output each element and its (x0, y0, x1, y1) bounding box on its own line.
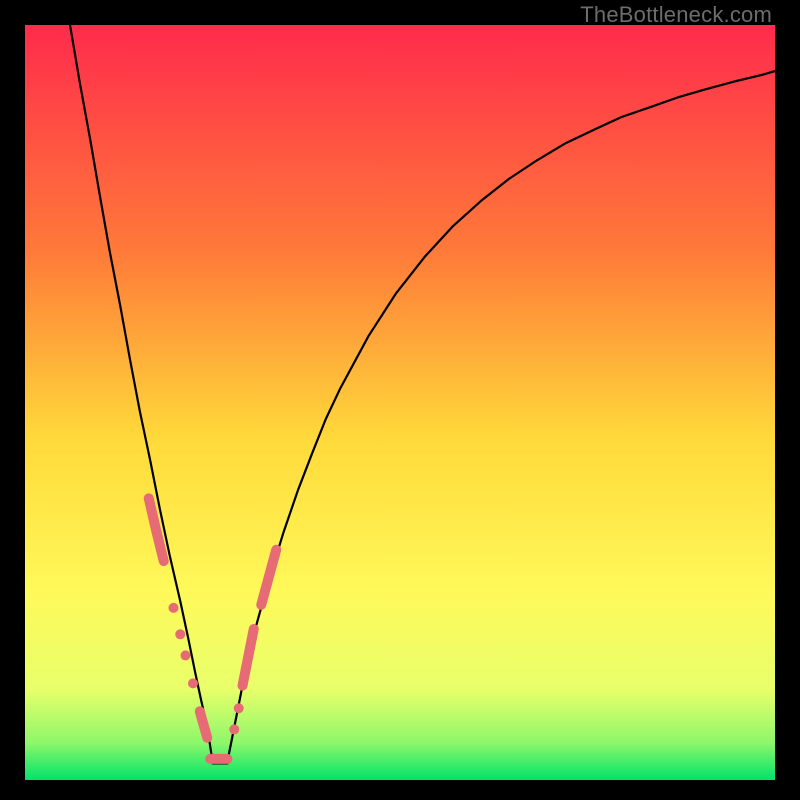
plot-area (25, 25, 775, 780)
gradient-background (25, 25, 775, 780)
outer-frame: TheBottleneck.com (0, 0, 800, 800)
watermark-text: TheBottleneck.com (580, 2, 772, 28)
